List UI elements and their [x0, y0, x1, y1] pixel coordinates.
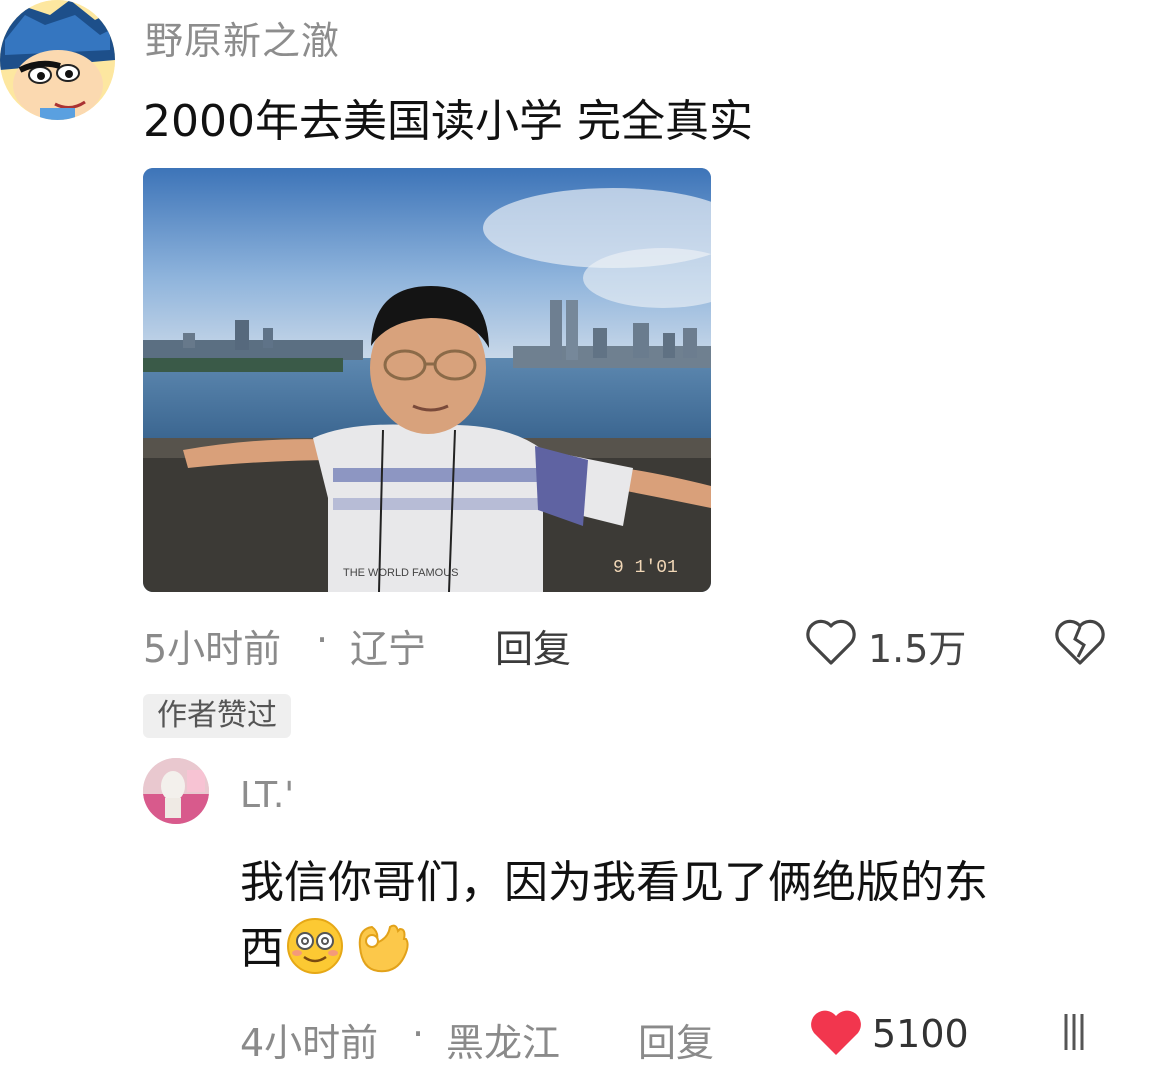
- broken-heart-icon[interactable]: [1054, 617, 1106, 667]
- ok-hand-emoji: [350, 917, 412, 975]
- reply-meta-separator: ·: [412, 1012, 425, 1056]
- reply-text: 我信你哥们，因为我看见了俩绝版的东 西: [240, 850, 1120, 982]
- comment-time: 5小时前: [143, 627, 282, 671]
- reply-like-count: 5100: [872, 1012, 969, 1056]
- comment-text: 2000年去美国读小学 完全真实: [143, 96, 753, 147]
- reply-reply-button[interactable]: 回复: [638, 1012, 714, 1067]
- comment-photo[interactable]: THE WORLD FAMOUS 9 1'01: [143, 168, 711, 592]
- comment-username[interactable]: 野原新之澈: [145, 10, 340, 65]
- cartoon-avatar-icon: [0, 0, 115, 120]
- like-count: 1.5万: [868, 627, 967, 671]
- comment-location: 辽宁: [350, 627, 427, 671]
- avatar[interactable]: [0, 0, 115, 120]
- dislike-icon[interactable]: [1060, 1012, 1094, 1055]
- reply-time: 4小时前: [240, 1021, 379, 1065]
- author-liked-badge: 作者赞过: [143, 694, 291, 738]
- shirt-text: THE WORLD FAMOUS: [343, 567, 459, 579]
- reply-username[interactable]: LT.': [240, 775, 294, 816]
- reply-avatar[interactable]: [143, 758, 209, 824]
- reply-text-line2-wrap: 西: [240, 916, 1120, 982]
- meta-separator: ·: [316, 618, 329, 662]
- dizzy-smile-emoji: [284, 917, 346, 975]
- heart-outline-icon[interactable]: [805, 617, 857, 667]
- photo-timestamp: 9 1'01: [613, 558, 678, 578]
- reply-button[interactable]: 回复: [495, 618, 571, 673]
- reply-location: 黑龙江: [446, 1021, 561, 1065]
- heart-filled-icon[interactable]: [808, 1008, 864, 1058]
- reply-text-line2: 西: [240, 923, 284, 974]
- reply-text-line1: 我信你哥们，因为我看见了俩绝版的东: [240, 857, 988, 908]
